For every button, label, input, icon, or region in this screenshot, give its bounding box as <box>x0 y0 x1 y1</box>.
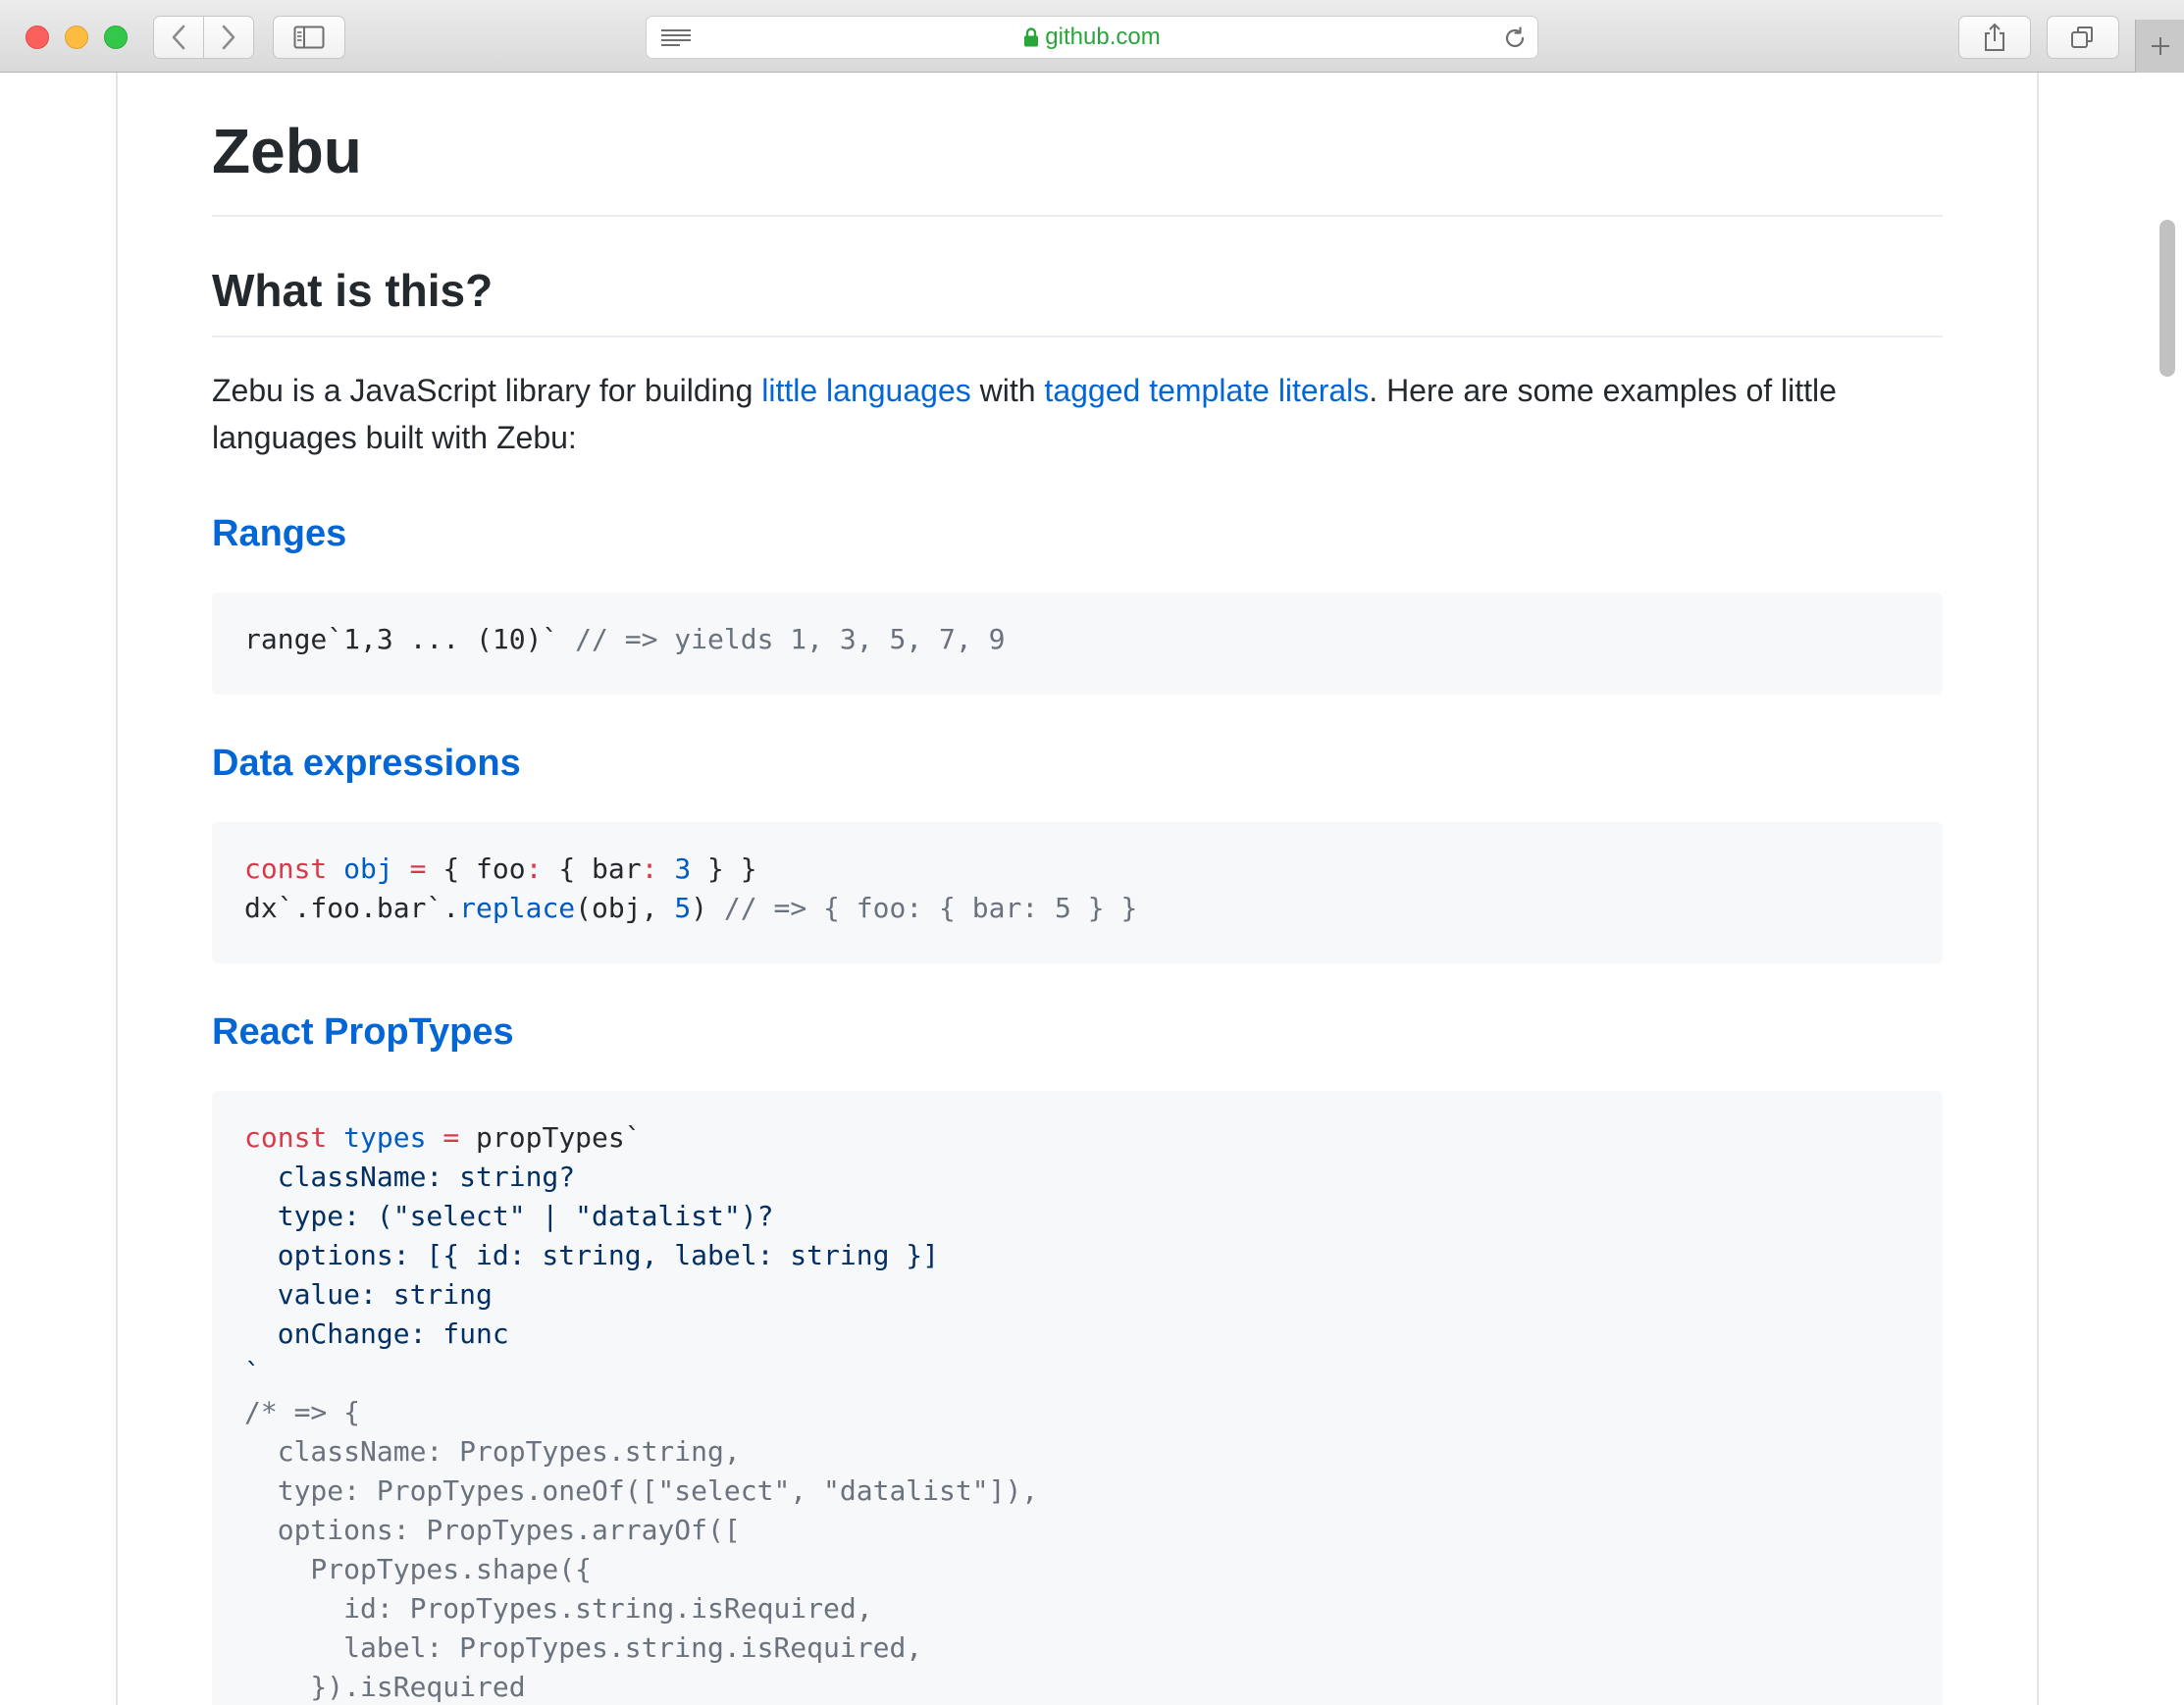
plus-icon <box>2151 37 2169 55</box>
little-languages-link[interactable]: little languages <box>761 373 970 408</box>
close-window-button[interactable] <box>26 26 49 49</box>
title-divider <box>212 215 1943 217</box>
address-bar[interactable]: github.com <box>646 16 1538 59</box>
page-viewport: Zebu What is this? Zebu is a JavaScript … <box>0 73 2184 1705</box>
code-function: replace <box>459 892 576 924</box>
code-text: dx`.foo.bar`. <box>244 892 460 924</box>
code-comment: // => { foo: { bar: 5 } } <box>723 892 1138 924</box>
readme-border-left <box>116 73 118 1705</box>
code-keyword: const <box>244 1121 328 1154</box>
ranges-code-block: range`1,3 ... (10)` // => yields 1, 3, 5… <box>212 593 1943 695</box>
share-icon <box>1985 23 2004 51</box>
intro-text-1: Zebu is a JavaScript library for buildin… <box>212 373 762 408</box>
react-proptypes-heading-link[interactable]: React PropTypes <box>212 1010 1943 1054</box>
new-tab-button[interactable] <box>2135 20 2184 73</box>
intro-paragraph: Zebu is a JavaScript library for buildin… <box>212 367 1943 461</box>
tab-overview-button[interactable] <box>2047 16 2119 59</box>
code-variable: obj <box>343 852 393 885</box>
code-colon: : <box>525 852 543 885</box>
back-button[interactable] <box>153 16 204 59</box>
code-text: (obj, <box>575 892 675 924</box>
data-expressions-code-block: const obj = { foo: { bar: 3 } } dx`.foo.… <box>212 822 1943 963</box>
tagged-template-literals-link[interactable]: tagged template literals <box>1044 373 1369 408</box>
page-title: Zebu <box>212 116 362 186</box>
readme-border-right <box>2037 73 2039 1705</box>
browser-toolbar: github.com <box>0 0 2184 73</box>
minimize-window-button[interactable] <box>65 26 88 49</box>
ranges-heading-link[interactable]: Ranges <box>212 512 1943 555</box>
code-text: range`1,3 ... (10)` <box>244 623 576 655</box>
code-operator: = <box>409 852 427 885</box>
share-button[interactable] <box>1958 16 2031 59</box>
code-text: propTypes` <box>476 1121 642 1154</box>
react-proptypes-code-block: const types = propTypes` className: stri… <box>212 1091 1943 1705</box>
code-number: 5 <box>674 892 692 924</box>
code-text: } } <box>691 852 757 885</box>
code-number: 3 <box>674 852 692 885</box>
code-comment: // => yields 1, 3, 5, 7, 9 <box>575 623 1006 655</box>
code-template-string: className: string? type: ("select" | "da… <box>244 1161 940 1389</box>
section-heading: What is this? <box>212 265 494 316</box>
scrollbar-thumb[interactable] <box>2159 220 2175 377</box>
code-text: ) <box>691 892 724 924</box>
data-expressions-heading-link[interactable]: Data expressions <box>212 742 1943 785</box>
zoom-window-button[interactable] <box>104 26 128 49</box>
reload-icon[interactable] <box>1502 26 1528 51</box>
code-variable: types <box>343 1121 427 1154</box>
forward-button[interactable] <box>203 16 254 59</box>
code-colon: : <box>641 852 658 885</box>
sidebar-toggle-button[interactable] <box>273 16 345 59</box>
chevron-right-icon <box>222 25 235 50</box>
intro-text-2: with <box>970 373 1045 408</box>
tabs-icon <box>2071 26 2093 48</box>
code-comment: /* => { className: PropTypes.string, typ… <box>244 1396 1039 1703</box>
code-keyword: const <box>244 852 328 885</box>
section-divider <box>212 336 1943 337</box>
chevron-left-icon <box>172 25 185 50</box>
url-text[interactable]: github.com <box>1045 24 1160 51</box>
code-operator: = <box>442 1121 460 1154</box>
code-text: { foo <box>442 852 526 885</box>
lock-icon <box>1024 27 1039 47</box>
code-text: { bar <box>542 852 642 885</box>
sidebar-icon <box>293 26 325 49</box>
